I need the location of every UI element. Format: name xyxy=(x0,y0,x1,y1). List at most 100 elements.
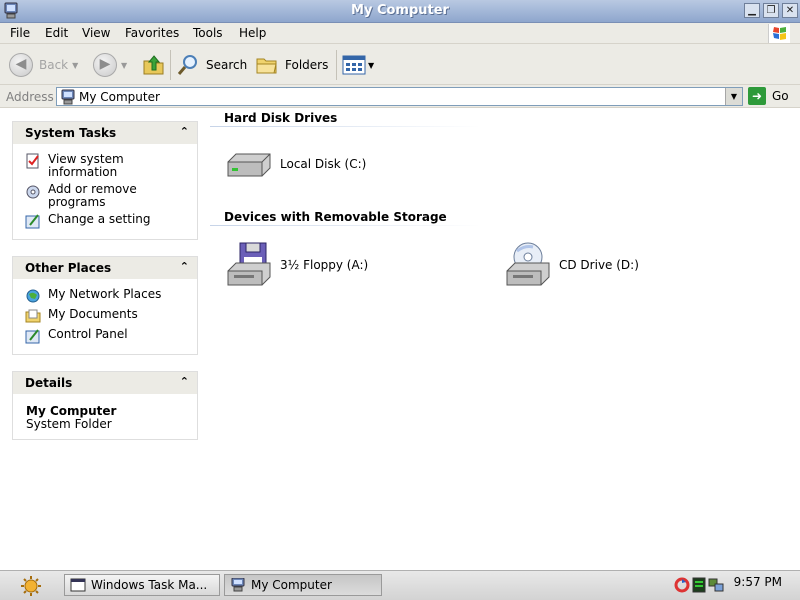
start-menu-icon[interactable] xyxy=(18,575,44,597)
system-tasks-title: System Tasks xyxy=(25,126,117,140)
place-label: Control Panel xyxy=(48,327,128,341)
menu-edit[interactable]: Edit xyxy=(45,26,68,40)
monitor-icon[interactable] xyxy=(692,577,706,593)
place-control-panel[interactable]: Control Panel xyxy=(25,328,168,344)
sync-icon[interactable] xyxy=(674,577,690,593)
chevron-down-icon: ▼ xyxy=(730,92,738,101)
task-label: Add or remove programs xyxy=(48,182,137,209)
search-button[interactable]: Search xyxy=(176,51,247,79)
taskbar-button-label: My Computer xyxy=(251,578,332,592)
group-divider xyxy=(210,225,481,226)
hard-disk-icon xyxy=(227,153,271,177)
details-panel: Details ⌃ My Computer System Folder xyxy=(12,371,198,440)
toolbar: ◀ Back ▼ ▶ ▼ Search Folders ▼ xyxy=(0,44,800,85)
go-arrow-icon: ➜ xyxy=(748,87,766,105)
close-button[interactable]: ✕ xyxy=(782,3,798,18)
back-label: Back xyxy=(39,58,69,72)
details-title: Details xyxy=(25,376,73,390)
folders-label: Folders xyxy=(285,58,329,72)
drive-cd-d[interactable]: CD Drive (D:) xyxy=(503,241,639,289)
details-header[interactable]: Details ⌃ xyxy=(13,372,197,394)
task-add-remove-programs[interactable]: Add or remove programs xyxy=(25,183,168,209)
back-arrow-icon: ◀ xyxy=(9,53,33,77)
title-bar[interactable]: My Computer ▁ ❐ ✕ xyxy=(0,0,800,23)
control-panel-icon xyxy=(25,329,40,344)
cd-drive-icon xyxy=(506,242,550,286)
window-title: My Computer xyxy=(351,3,449,18)
views-icon xyxy=(342,55,366,75)
task-change-a-setting[interactable]: Change a setting xyxy=(25,213,168,229)
drive-floppy-a[interactable]: 3½ Floppy (A:) xyxy=(224,241,368,289)
system-information-icon xyxy=(26,153,39,169)
details-name: My Computer xyxy=(26,404,117,418)
folders-icon xyxy=(256,58,277,74)
network-places-icon xyxy=(26,289,40,303)
restore-button[interactable]: ❐ xyxy=(763,3,779,18)
taskbar-button-task-manager[interactable]: Windows Task Ma... xyxy=(64,574,220,596)
collapse-chevron-icon[interactable]: ⌃ xyxy=(180,375,189,388)
menu-view[interactable]: View xyxy=(82,26,110,40)
views-button[interactable]: ▼ xyxy=(342,51,374,79)
hard-disk-drives-heading: Hard Disk Drives xyxy=(224,111,338,125)
menu-help[interactable]: Help xyxy=(239,26,266,40)
drive-label: CD Drive (D:) xyxy=(559,258,639,272)
toolbar-separator xyxy=(170,50,171,80)
forward-arrow-icon: ▶ xyxy=(93,53,117,77)
task-label: Change a setting xyxy=(48,212,151,226)
collapse-chevron-icon[interactable]: ⌃ xyxy=(180,125,189,138)
collapse-chevron-icon[interactable]: ⌃ xyxy=(180,260,189,273)
place-my-network-places[interactable]: My Network Places xyxy=(25,288,168,304)
views-dropdown-icon: ▼ xyxy=(368,60,375,70)
floppy-drive-icon xyxy=(227,242,271,286)
my-documents-icon xyxy=(25,309,41,323)
up-folder-button[interactable] xyxy=(142,51,166,79)
drive-label: 3½ Floppy (A:) xyxy=(280,258,369,272)
my-computer-icon xyxy=(231,578,245,592)
system-tasks-panel: System Tasks ⌃ View system information A… xyxy=(12,121,198,240)
taskbar-button-label: Windows Task Ma... xyxy=(91,578,208,592)
task-label: View system information xyxy=(48,152,124,179)
network-icon[interactable] xyxy=(708,577,724,593)
menu-bar: File Edit View Favorites Tools Help xyxy=(0,23,800,44)
drive-label: Local Disk (C:) xyxy=(280,157,367,171)
up-folder-icon xyxy=(143,55,164,75)
system-tasks-header[interactable]: System Tasks ⌃ xyxy=(13,122,197,144)
menu-favorites[interactable]: Favorites xyxy=(125,26,179,40)
search-label: Search xyxy=(206,58,248,72)
folders-button[interactable]: Folders xyxy=(255,51,328,79)
address-label: Address xyxy=(6,90,54,104)
group-divider xyxy=(210,126,481,127)
forward-dropdown-icon[interactable]: ▼ xyxy=(121,61,127,70)
removable-storage-heading: Devices with Removable Storage xyxy=(224,210,447,224)
forward-button[interactable]: ▶ ▼ xyxy=(93,51,127,79)
place-my-documents[interactable]: My Documents xyxy=(25,308,168,324)
address-dropdown-button[interactable]: ▼ xyxy=(725,88,742,105)
other-places-header[interactable]: Other Places ⌃ xyxy=(13,257,197,279)
go-label: Go xyxy=(772,89,789,103)
drive-local-disk-c[interactable]: Local Disk (C:) xyxy=(224,148,366,180)
task-view-system-information[interactable]: View system information xyxy=(25,153,168,179)
address-value: My Computer xyxy=(79,90,160,104)
go-button[interactable]: ➜ Go xyxy=(748,87,789,105)
menu-tools[interactable]: Tools xyxy=(193,26,223,40)
details-type: System Folder xyxy=(26,417,112,431)
add-remove-programs-icon xyxy=(26,185,40,199)
other-places-title: Other Places xyxy=(25,261,112,275)
toolbar-separator xyxy=(336,50,337,80)
windows-logo-icon xyxy=(768,24,790,43)
menu-file[interactable]: File xyxy=(10,26,30,40)
place-label: My Network Places xyxy=(48,287,162,301)
taskbar-button-my-computer[interactable]: My Computer xyxy=(224,574,382,596)
back-dropdown-icon[interactable]: ▼ xyxy=(72,61,78,70)
close-icon: ✕ xyxy=(785,5,795,16)
minimize-button[interactable]: ▁ xyxy=(744,3,760,18)
address-input[interactable]: My Computer ▼ xyxy=(56,87,743,106)
clock: 9:57 PM xyxy=(733,575,782,589)
back-button[interactable]: ◀ Back ▼ xyxy=(9,51,78,79)
other-places-panel: Other Places ⌃ My Network Places My Docu… xyxy=(12,256,198,355)
restore-icon: ❐ xyxy=(766,5,776,16)
place-label: My Documents xyxy=(48,307,138,321)
minimize-icon: ▁ xyxy=(748,5,756,16)
control-panel-icon xyxy=(25,214,40,229)
search-icon xyxy=(177,55,197,75)
